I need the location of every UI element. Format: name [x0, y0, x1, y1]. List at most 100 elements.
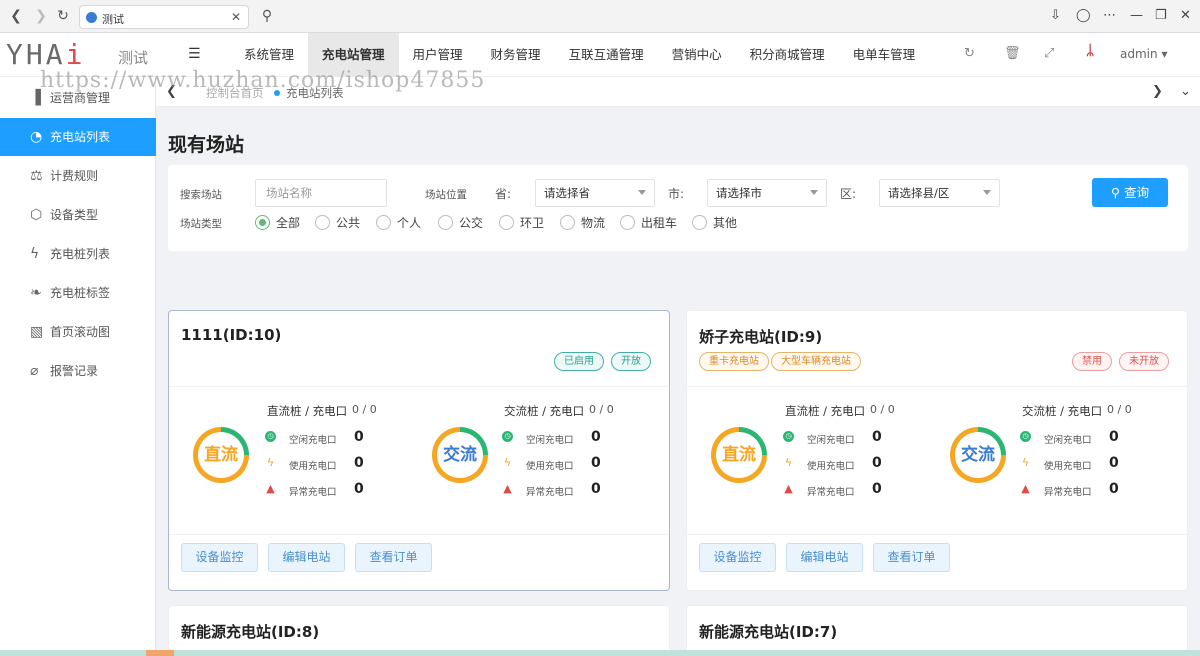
status-badge: 开放 — [611, 352, 651, 371]
dc-group-count: 0 / 0 — [352, 403, 377, 416]
divider — [687, 534, 1187, 535]
sidebar-item[interactable]: ⬡ 设备类型 — [0, 196, 156, 234]
filter-panel: 搜索场站 场站名称 场站位置 省: 请选择省 市: 请选择市 区: 请选择县/区… — [168, 165, 1188, 251]
top-nav-item[interactable]: 营销中心 — [658, 33, 736, 77]
ac-gauge: 交流 — [432, 427, 488, 483]
sidebar-item-label: 计费规则 — [50, 169, 99, 183]
in_use-row: ϟ 使用充电口 — [267, 457, 337, 472]
sidebar-item[interactable]: ◔ 充电站列表 — [0, 118, 156, 156]
top-nav-item[interactable]: 充电站管理 — [308, 33, 399, 77]
bolt-icon: ϟ — [266, 456, 275, 469]
back-icon[interactable]: ❮ — [8, 8, 24, 24]
window-close-icon[interactable]: ✕ — [1180, 8, 1191, 23]
tabs-next-icon[interactable]: ❯ — [1152, 84, 1163, 99]
sidebar-item[interactable]: ⚖ 计费规则 — [0, 157, 156, 195]
station-name: 新能源充电站(ID:7) — [699, 623, 838, 641]
abnormal-label: 异常充电口 — [807, 487, 855, 498]
abnormal-row: ▲ 异常充电口 — [784, 483, 855, 498]
browser-tab-title: 测试 — [102, 13, 124, 26]
top-nav-item[interactable]: 财务管理 — [477, 33, 555, 77]
station-card[interactable]: 新能源充电站(ID:8) — [168, 605, 670, 656]
divider — [169, 386, 669, 387]
station-card[interactable]: 1111(ID:10) 开放 已启用 直流 直流桩 / 充电口 0 / 0 ◷ 空闲充电口 0 ϟ… — [168, 310, 670, 591]
bolt-icon: ϟ — [503, 456, 512, 469]
caret-down-icon — [638, 190, 646, 195]
edit-station-button[interactable]: 编辑电站 — [268, 543, 345, 572]
top-nav-item[interactable]: 互联互通管理 — [555, 33, 658, 77]
type-radio[interactable]: 公交 — [438, 215, 483, 231]
type-radio[interactable]: 公共 — [315, 215, 360, 231]
top-nav: 系统管理 充电站管理 用户管理 财务管理 互联互通管理 营销中心 积分商城管理 电单车管理 — [230, 33, 929, 77]
district-select[interactable]: 请选择县/区 — [879, 179, 1000, 207]
type-radio[interactable]: 全部 — [255, 215, 300, 231]
top-nav-item[interactable]: 电单车管理 — [839, 33, 930, 77]
clock-icon: ◷ — [1020, 431, 1031, 442]
restore-icon[interactable]: ❐ — [1155, 8, 1167, 23]
station-card[interactable]: 新能源充电站(ID:7) — [686, 605, 1188, 656]
view-orders-button[interactable]: 查看订单 — [355, 543, 432, 572]
top-nav-item[interactable]: 积分商城管理 — [736, 33, 839, 77]
type-label: 场站类型 — [180, 218, 222, 230]
sidebar-item-label: 充电站列表 — [50, 130, 111, 144]
dc-gauge: 直流 — [193, 427, 249, 483]
sidebar-item[interactable]: ❧ 充电桩标签 — [0, 274, 156, 312]
search-icon: ⚲ — [1110, 185, 1121, 200]
query-button[interactable]: ⚲ 查询 — [1092, 178, 1168, 207]
scroll-thumb[interactable] — [146, 650, 174, 656]
station-name: 新能源充电站(ID:8) — [181, 623, 320, 641]
sidebar-item[interactable]: ▐ 运营商管理 — [0, 79, 156, 117]
view-orders-button[interactable]: 查看订单 — [873, 543, 950, 572]
avatar[interactable]: ᛦ — [1086, 43, 1110, 67]
in_use-value: 0 — [872, 455, 882, 471]
monitor-button[interactable]: 设备监控 — [181, 543, 258, 572]
warn-icon: ▲ — [1021, 482, 1030, 495]
refresh-icon[interactable]: ↻ — [964, 46, 975, 61]
ac-gauge: 交流 — [950, 427, 1006, 483]
search-icon[interactable]: ⚲ — [259, 8, 275, 24]
city-select[interactable]: 请选择市 — [707, 179, 827, 207]
type-radio[interactable]: 物流 — [560, 215, 605, 231]
trash-icon[interactable]: 🗑 — [1004, 46, 1021, 61]
type-radio[interactable]: 个人 — [376, 215, 421, 231]
top-nav-item[interactable]: 用户管理 — [399, 33, 477, 77]
type-radio[interactable]: 其他 — [692, 215, 737, 231]
in_use-row: ϟ 使用充电口 — [504, 457, 574, 472]
ac-gauge-label: 交流 — [955, 432, 1001, 478]
type-radio-label: 环卫 — [520, 216, 545, 230]
radio-circle-icon — [499, 215, 514, 230]
type-radio[interactable]: 环卫 — [499, 215, 544, 231]
fullscreen-icon[interactable]: ⤢ — [1044, 46, 1054, 61]
station-card[interactable]: 娇子充电站(ID:9) 重卡充电站 大型车辆充电站 未开放 禁用 直流 直流桩 / 充电口 0… — [686, 310, 1188, 591]
minimize-icon[interactable]: — — [1130, 8, 1143, 23]
search-label: 搜索场站 — [180, 189, 222, 201]
tabs-dropdown-icon[interactable]: ⌄ — [1180, 84, 1191, 99]
browser-tab[interactable]: 测试 ✕ — [79, 5, 249, 29]
edit-station-button[interactable]: 编辑电站 — [786, 543, 863, 572]
monitor-button[interactable]: 设备监控 — [699, 543, 776, 572]
sidebar-item-label: 充电桩标签 — [50, 286, 111, 300]
forward-icon[interactable]: ❯ — [33, 8, 49, 24]
tabs-prev-icon[interactable]: ❮ — [166, 84, 177, 99]
globe-icon[interactable]: ◯ — [1076, 8, 1091, 23]
menu-toggle-icon[interactable]: ☰ — [188, 46, 201, 62]
type-radio-label: 物流 — [581, 216, 606, 230]
reload-icon[interactable]: ↻ — [55, 8, 71, 24]
sidebar-item[interactable]: ▧ 首页滚动图 — [0, 313, 156, 351]
tab-current[interactable]: 充电站列表 — [274, 85, 344, 101]
sidebar-item[interactable]: ⌀ 报警记录 — [0, 352, 156, 390]
station-name-input[interactable]: 场站名称 — [255, 179, 387, 207]
clock-icon: ◷ — [783, 431, 794, 442]
more-icon[interactable]: ⋯ — [1103, 8, 1116, 23]
idle-row: ◷ 空闲充电口 — [1020, 431, 1092, 446]
download-icon[interactable]: ⇩ — [1050, 8, 1061, 23]
type-radio[interactable]: 出租车 — [620, 215, 677, 231]
top-nav-item[interactable]: 系统管理 — [230, 33, 308, 77]
user-menu[interactable]: admin ▾ — [1120, 47, 1167, 61]
province-select[interactable]: 请选择省 — [535, 179, 655, 207]
close-icon[interactable]: ✕ — [231, 10, 241, 24]
warn-icon: ▲ — [503, 482, 512, 495]
sidebar-item[interactable]: ϟ 充电桩列表 — [0, 235, 156, 273]
tab-home[interactable]: 控制台首页 — [206, 85, 264, 101]
radio-circle-icon — [692, 215, 707, 230]
in_use-value: 0 — [354, 455, 364, 471]
